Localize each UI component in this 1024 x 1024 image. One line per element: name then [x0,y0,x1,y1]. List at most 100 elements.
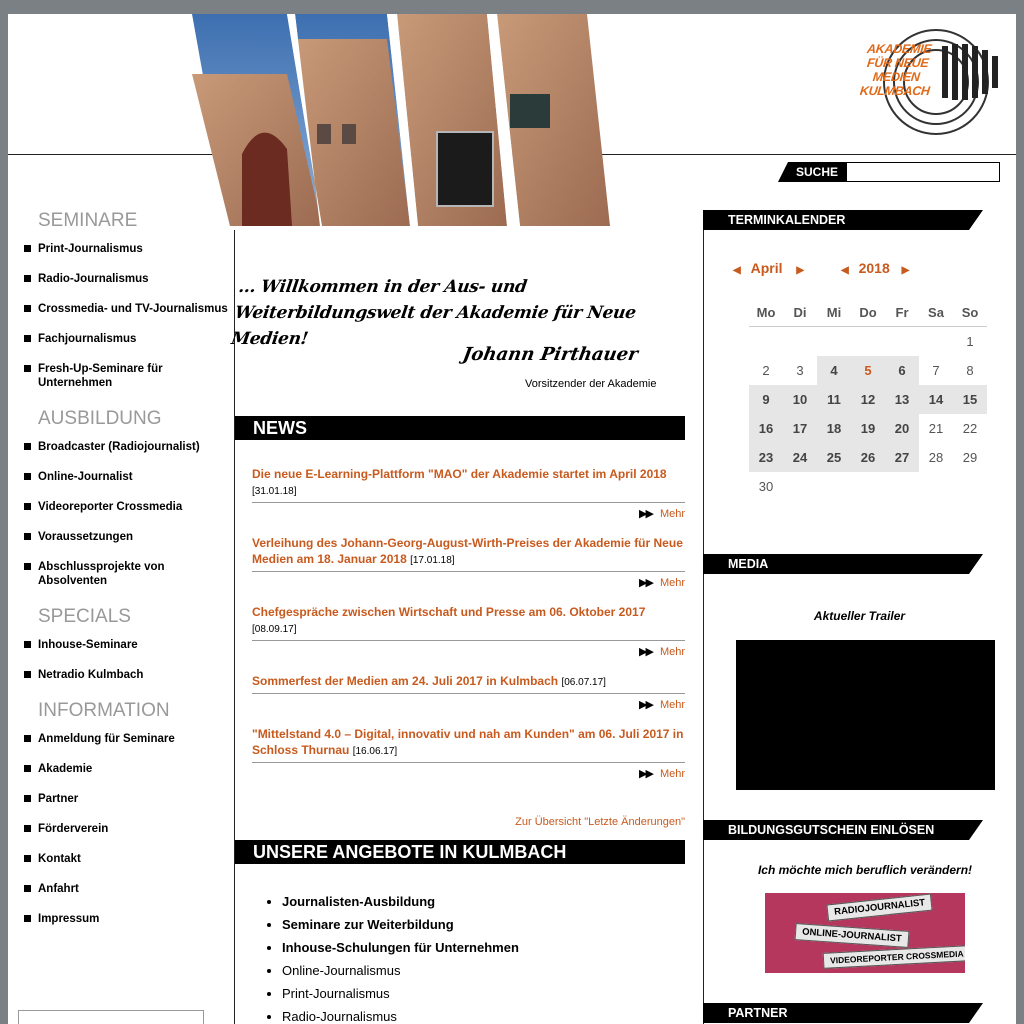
calendar-day[interactable]: 15 [953,385,987,414]
news-overview-link[interactable]: Zur Übersicht "Letzte Änderungen" [235,816,685,828]
academy-logo[interactable]: AKADEMIE FÜR NEUE MEDIEN KULMBACH [858,26,1004,138]
calendar-day[interactable]: 9 [749,385,783,414]
news-more-link[interactable]: ▶▶ Mehr [252,641,685,663]
news-title-link[interactable]: Chefgespräche zwischen Wirtschaft und Pr… [252,604,685,641]
calendar-day[interactable]: 13 [885,385,919,414]
news-title-link[interactable]: Die neue E-Learning-Plattform "MAO" der … [252,466,685,503]
bullet-icon [24,443,31,450]
voucher-banner[interactable]: RADIOJOURNALIST ONLINE-JOURNALIST VIDEOR… [765,893,965,973]
offers-heading: UNSERE ANGEBOTE IN KULMBACH [235,840,685,864]
bullet-icon [24,825,31,832]
calendar-day[interactable]: 20 [885,414,919,443]
calendar-day[interactable]: 26 [851,443,885,472]
nav-item[interactable]: Crossmedia- und TV-Journalismus [8,302,234,316]
nav-item[interactable]: Akademie [8,762,234,776]
news-more-link[interactable]: ▶▶ Mehr [252,503,685,525]
nav-item[interactable]: Fresh-Up-Seminare für Unternehmen [8,362,234,390]
calendar-day[interactable]: 18 [817,414,851,443]
page: AKADEMIE FÜR NEUE MEDIEN KULMBACH SUCHE … [8,14,1016,1024]
next-year-icon[interactable]: ▶ [902,265,910,276]
nav-item[interactable]: Voraussetzungen [8,530,234,544]
nav-item[interactable]: Abschlussprojekte von Absolventen [8,560,234,588]
news-more-link[interactable]: ▶▶ Mehr [252,763,685,785]
nav-item[interactable]: Broadcaster (Radiojournalist) [8,440,234,454]
bullet-icon [24,671,31,678]
news-title-link[interactable]: Verleihung des Johann-Georg-August-Wirth… [252,535,685,572]
news-title-link[interactable]: "Mittelstand 4.0 – Digital, innovativ un… [252,726,685,763]
calendar-day: 2 [762,363,770,378]
news-more-label: Mehr [659,699,685,711]
trailer-video[interactable] [736,640,995,790]
offer-item[interactable]: Seminare zur Weiterbildung [282,913,682,936]
news-title: "Mittelstand 4.0 – Digital, innovativ un… [252,727,684,757]
nav-item[interactable]: Inhouse-Seminare [8,638,234,652]
calendar-year: 2018 [858,260,890,276]
bullet-icon [24,855,31,862]
bullet-icon [24,735,31,742]
nav-item[interactable]: Online-Journalist [8,470,234,484]
calendar-day[interactable]: 19 [851,414,885,443]
nav-item[interactable]: Videoreporter Crossmedia [8,500,234,514]
partner-heading: PARTNER [703,1003,983,1023]
nav-item[interactable]: Print-Journalismus [8,242,234,256]
nav-item[interactable]: Impressum [8,912,234,926]
calendar-day[interactable]: 24 [783,443,817,472]
news-more-link[interactable]: ▶▶ Mehr [252,694,685,716]
news-item: Verleihung des Johann-Georg-August-Wirth… [252,535,685,594]
prev-month-icon[interactable]: ◀ [733,265,741,276]
offer-item[interactable]: Radio-Journalismus [282,1005,682,1024]
bullet-icon [24,641,31,648]
calendar-day[interactable]: 5 [851,356,885,385]
calendar-day[interactable]: 4 [817,356,851,385]
nav-item-label: Kontakt [38,853,81,865]
nav-item[interactable]: Anfahrt [8,882,234,896]
nav-item[interactable]: Netradio Kulmbach [8,668,234,682]
nav-item-label: Crossmedia- und TV-Journalismus [38,303,228,315]
nav-item-label: Videoreporter Crossmedia [38,501,183,513]
fast-forward-icon: ▶▶ [639,699,654,711]
calendar-day: 7 [932,363,940,378]
calendar-day [851,472,885,501]
offer-item[interactable]: Inhouse-Schulungen für Unternehmen [282,936,682,959]
prev-year-icon[interactable]: ◀ [841,265,849,276]
nav-item[interactable]: Anmeldung für Seminare [8,732,234,746]
nav-item[interactable]: Fachjournalismus [8,332,234,346]
offer-item[interactable]: Online-Journalismus [282,959,682,982]
weekday-label: Mo [749,298,783,327]
calendar-day[interactable]: 17 [783,414,817,443]
nav-item-label: Partner [38,793,79,805]
nav-item[interactable]: Förderverein [8,822,234,836]
bullet-icon [24,305,31,312]
calendar-month: April [750,260,783,276]
calendar-day[interactable]: 10 [783,385,817,414]
news-date: [17.01.18] [410,555,455,566]
calendar-day[interactable]: 23 [749,443,783,472]
calendar-day[interactable]: 16 [749,414,783,443]
nav-item-label: Voraussetzungen [38,531,133,543]
bullet-icon [24,245,31,252]
bullet-icon [24,335,31,342]
news-item: "Mittelstand 4.0 – Digital, innovativ un… [252,726,685,785]
left-bottom-box [18,1010,204,1024]
calendar-day[interactable]: 25 [817,443,851,472]
fast-forward-icon: ▶▶ [639,508,654,520]
offer-item[interactable]: Print-Journalismus [282,982,682,1005]
calendar-day: 30 [758,479,774,494]
next-month-icon[interactable]: ▶ [796,265,804,276]
calendar-day[interactable]: 11 [817,385,851,414]
calendar-day[interactable]: 27 [885,443,919,472]
news-title-link[interactable]: Sommerfest der Medien am 24. Juli 2017 i… [252,673,685,694]
news-more-link[interactable]: ▶▶ Mehr [252,572,685,594]
nav-item[interactable]: Partner [8,792,234,806]
news-item: Sommerfest der Medien am 24. Juli 2017 i… [252,673,685,716]
nav-item[interactable]: Kontakt [8,852,234,866]
calendar-day[interactable]: 14 [919,385,953,414]
calendar-day[interactable]: 12 [851,385,885,414]
nav-item-label: Broadcaster (Radiojournalist) [38,441,200,453]
calendar-day [953,472,987,501]
nav-item[interactable]: Radio-Journalismus [8,272,234,286]
offer-item[interactable]: Journalisten-Ausbildung [282,890,682,913]
calendar-day[interactable]: 6 [885,356,919,385]
bullet-icon [24,563,31,570]
search-input[interactable] [846,162,1000,182]
